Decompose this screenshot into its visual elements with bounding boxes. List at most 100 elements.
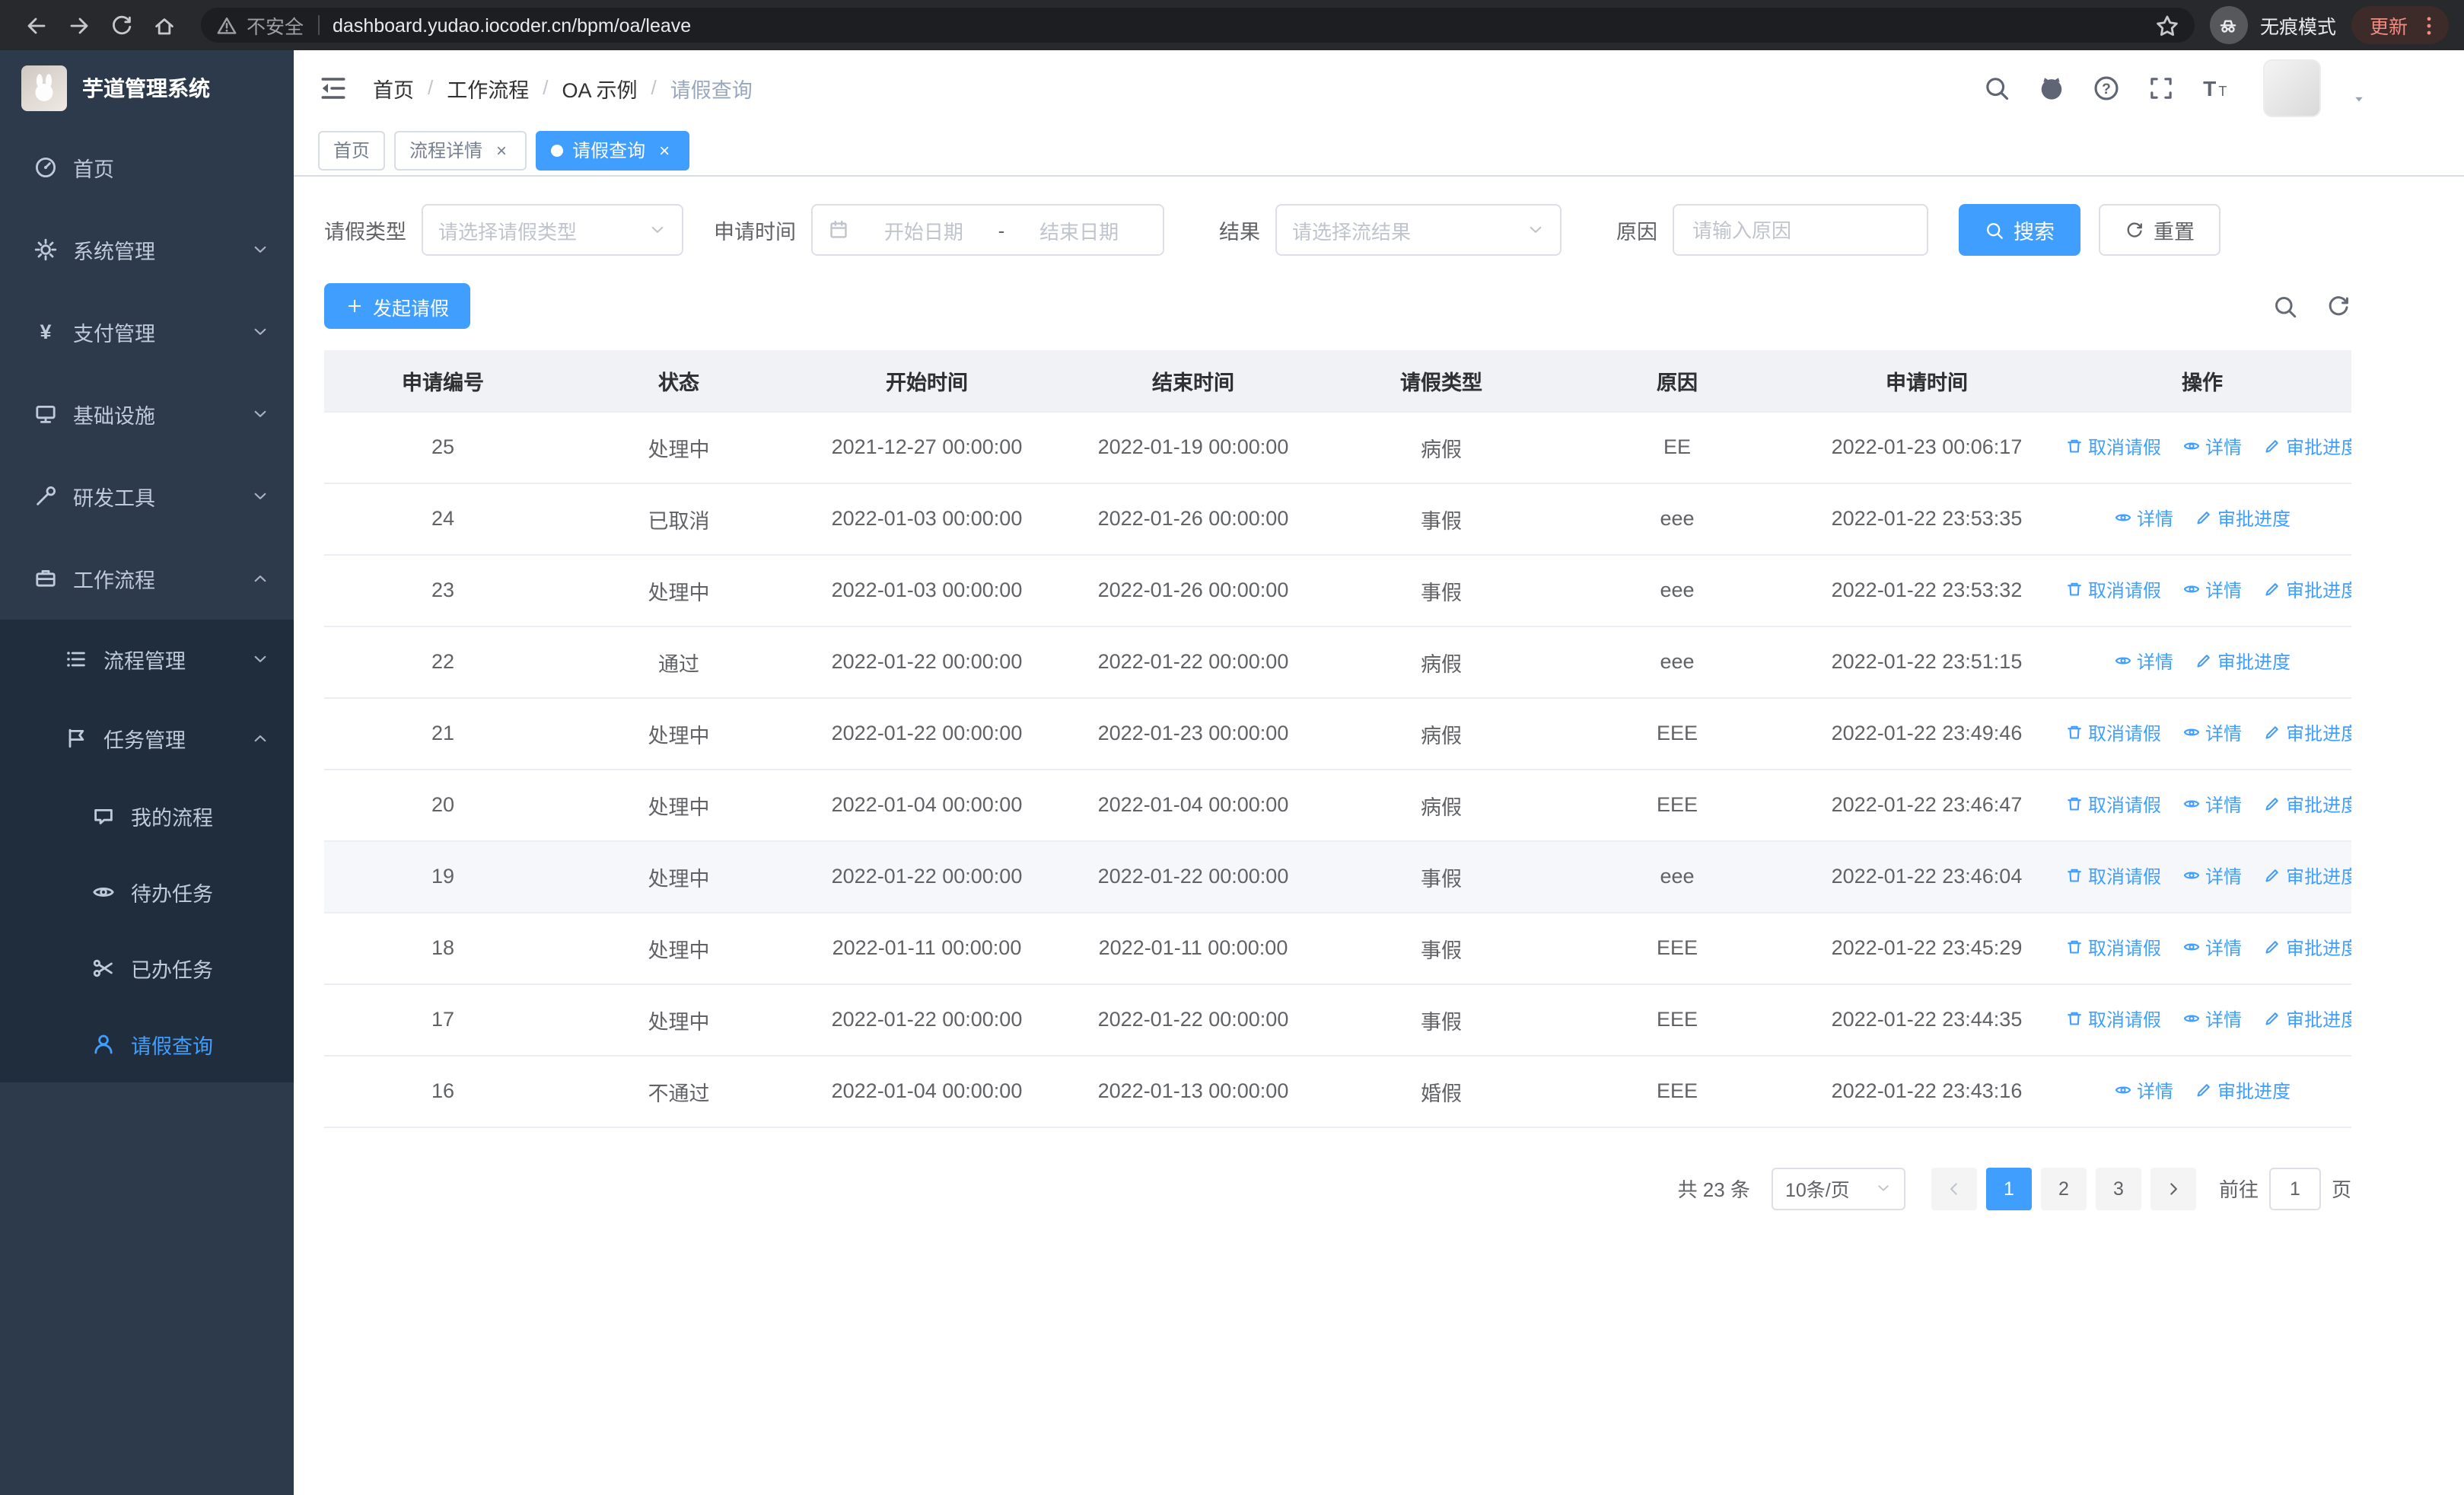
action-detail[interactable]: 详情 [2182,577,2242,603]
sidebar-item-label: 首页 [73,158,114,181]
action-progress[interactable]: 审批进度 [2263,1006,2351,1032]
cell-type: 事假 [1329,483,1554,555]
url-text[interactable]: dashboard.yudao.iocoder.cn/bpm/oa/leave [333,14,691,36]
next-page-button[interactable] [2150,1167,2196,1210]
sidebar-item-leave-query[interactable]: 请假查询 [0,1006,294,1082]
action-detail[interactable]: 详情 [2182,1006,2242,1032]
goto-page-input[interactable] [2268,1167,2321,1210]
sidebar-item-home[interactable]: 首页 [0,126,294,209]
font-size-icon[interactable]: TT [2202,74,2230,101]
reason-input[interactable] [1689,217,1912,243]
reset-button[interactable]: 重置 [2099,204,2220,256]
browser-home-button[interactable] [143,4,186,46]
action-detail[interactable]: 详情 [2182,434,2242,460]
browser-forward-button[interactable] [58,4,100,46]
plus-icon [345,297,364,315]
action-detail[interactable]: 详情 [2182,720,2242,746]
user-avatar[interactable] [2263,59,2321,116]
dots-vertical-icon[interactable] [2417,13,2441,37]
close-icon[interactable]: × [492,140,511,160]
sidebar-item-my-process[interactable]: 我的流程 [0,778,294,854]
browser-update-menu[interactable]: 更新 [2351,6,2449,44]
start-date-placeholder[interactable]: 开始日期 [855,215,992,244]
caret-down-icon[interactable] [2351,91,2367,106]
create-leave-button[interactable]: 发起请假 [324,283,471,329]
action-progress[interactable]: 审批进度 [2263,863,2351,889]
sidebar-item-task-mgmt[interactable]: 任务管理 [0,699,294,778]
leave-type-select[interactable]: 请选择请假类型 [422,204,683,256]
tab-process-detail[interactable]: 流程详情 × [394,130,527,170]
edit-icon [2263,581,2281,599]
sidebar-item-todo-task[interactable]: 待办任务 [0,854,294,930]
action-cancel[interactable]: 取消请假 [2065,1006,2161,1032]
page-button-3[interactable]: 3 [2095,1167,2141,1210]
browser-back-button[interactable] [15,4,58,46]
action-cancel[interactable]: 取消请假 [2065,935,2161,961]
action-label: 取消请假 [2088,579,2162,601]
page-button-1[interactable]: 1 [1985,1167,2032,1210]
page-size-select[interactable]: 10条/页 [1771,1167,1905,1210]
sidebar-item-process-mgmt[interactable]: 流程管理 [0,620,294,699]
sidebar-item-devtools[interactable]: 研发工具 [0,455,294,537]
action-detail[interactable]: 详情 [2182,935,2242,961]
search-button[interactable]: 搜索 [1959,204,2080,256]
action-detail[interactable]: 详情 [2114,505,2173,531]
action-progress[interactable]: 审批进度 [2195,1078,2291,1104]
action-detail[interactable]: 详情 [2182,792,2242,818]
action-cancel[interactable]: 取消请假 [2065,792,2161,818]
action-cancel[interactable]: 取消请假 [2065,720,2161,746]
sidebar-item-payment[interactable]: ¥ 支付管理 [0,291,294,373]
prev-page-button[interactable] [1931,1167,1977,1210]
github-icon[interactable] [2038,74,2065,101]
sidebar-item-system[interactable]: 系统管理 [0,209,294,291]
action-progress[interactable]: 审批进度 [2263,935,2351,961]
update-label[interactable]: 更新 [2370,11,2408,40]
sidebar-item-infrastructure[interactable]: 基础设施 [0,373,294,455]
help-icon[interactable]: ? [2093,74,2120,101]
sidebar-item-label: 支付管理 [73,323,155,346]
page-button-2[interactable]: 2 [2040,1167,2087,1210]
action-progress[interactable]: 审批进度 [2195,505,2291,531]
apply-time-range-picker[interactable]: 开始日期 - 结束日期 [811,204,1164,256]
action-detail[interactable]: 详情 [2114,649,2173,674]
action-progress[interactable]: 审批进度 [2263,720,2351,746]
action-detail[interactable]: 详情 [2114,1078,2173,1104]
chevron-down-icon [251,650,269,668]
search-icon[interactable] [1983,74,2010,101]
browser-reload-button[interactable] [100,4,143,46]
breadcrumb-item[interactable]: OA 示例 [562,72,638,103]
tab-leave-query[interactable]: 请假查询 × [536,130,690,170]
cell-start: 2022-01-22 00:00:00 [796,840,1058,913]
breadcrumb-item[interactable]: 工作流程 [447,72,529,103]
security-label[interactable]: 不安全 [247,11,304,40]
action-progress[interactable]: 审批进度 [2263,434,2351,460]
sidebar-collapse-icon[interactable] [318,72,349,103]
action-label: 详情 [2136,1080,2173,1102]
address-bar[interactable]: 不安全 dashboard.yudao.iocoder.cn/bpm/oa/le… [201,8,2195,43]
cell-reason: eee [1554,840,1800,913]
bookmark-star-icon[interactable] [2155,13,2179,37]
sidebar-item-workflow[interactable]: 工作流程 [0,537,294,620]
eye-icon [2182,939,2201,957]
cell-applied: 2022-01-22 23:51:15 [1800,626,2053,698]
refresh-table-icon[interactable] [2326,293,2351,319]
breadcrumb-item[interactable]: 首页 [373,72,414,103]
action-cancel[interactable]: 取消请假 [2065,577,2161,603]
tab-home[interactable]: 首页 [318,130,386,170]
action-progress[interactable]: 审批进度 [2195,649,2291,674]
cell-actions: 详情 审批进度 [2053,626,2351,698]
fullscreen-icon[interactable] [2147,74,2175,101]
sidebar-item-done-task[interactable]: 已办任务 [0,930,294,1006]
toggle-search-icon[interactable] [2272,293,2298,319]
close-icon[interactable]: × [654,140,674,160]
eye-icon [2182,438,2201,456]
cell-status: 处理中 [562,840,796,913]
action-progress[interactable]: 审批进度 [2263,577,2351,603]
action-progress[interactable]: 审批进度 [2263,792,2351,818]
end-date-placeholder[interactable]: 结束日期 [1011,215,1148,244]
action-cancel[interactable]: 取消请假 [2065,863,2161,889]
table-toolbar: 发起请假 [324,283,2351,329]
action-cancel[interactable]: 取消请假 [2065,434,2161,460]
action-detail[interactable]: 详情 [2182,863,2242,889]
result-select[interactable]: 请选择流结果 [1275,204,1561,256]
